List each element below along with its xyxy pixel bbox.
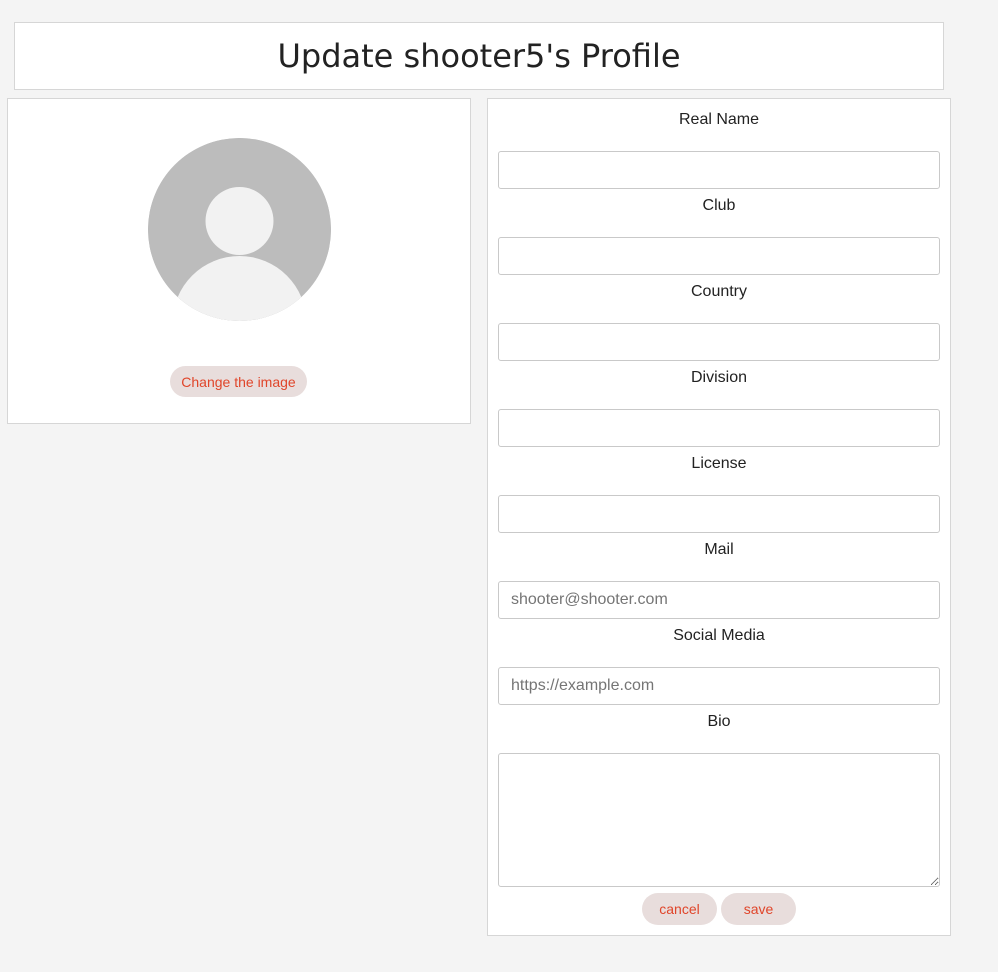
cancel-button[interactable]: cancel xyxy=(642,893,717,925)
field-bio: Bio xyxy=(498,711,940,887)
field-club: Club xyxy=(498,195,940,275)
real-name-input[interactable] xyxy=(498,151,940,189)
field-label: Division xyxy=(690,369,747,386)
avatar xyxy=(148,138,331,321)
field-division: Division xyxy=(498,367,940,447)
club-input[interactable] xyxy=(498,237,940,275)
page-header: Update shooter5's Profile xyxy=(14,22,944,90)
save-button[interactable]: save xyxy=(721,893,796,925)
social-media-input[interactable] xyxy=(498,667,940,705)
field-label: Bio xyxy=(707,713,731,730)
bio-textarea[interactable] xyxy=(498,753,940,887)
country-input[interactable] xyxy=(498,323,940,361)
license-input[interactable] xyxy=(498,495,940,533)
field-social-media: Social Media xyxy=(498,625,940,705)
field-real-name: Real Name xyxy=(498,109,940,189)
division-input[interactable] xyxy=(498,409,940,447)
field-label: Social Media xyxy=(673,627,765,644)
field-mail: Mail xyxy=(498,539,940,619)
field-label: License xyxy=(691,455,747,472)
field-license: License xyxy=(498,453,940,533)
field-label: Real Name xyxy=(678,111,760,128)
mail-input[interactable] xyxy=(498,581,940,619)
field-label: Club xyxy=(702,197,736,214)
avatar-card: Change the image xyxy=(7,98,471,424)
page-title: Update shooter5's Profile xyxy=(277,37,681,75)
field-label: Mail xyxy=(704,541,734,558)
field-country: Country xyxy=(498,281,940,361)
change-image-button[interactable]: Change the image xyxy=(170,366,307,397)
profile-form: Real Name Club Country Division License … xyxy=(487,98,951,936)
default-user-avatar-icon xyxy=(148,138,331,321)
field-label: Country xyxy=(690,283,748,300)
